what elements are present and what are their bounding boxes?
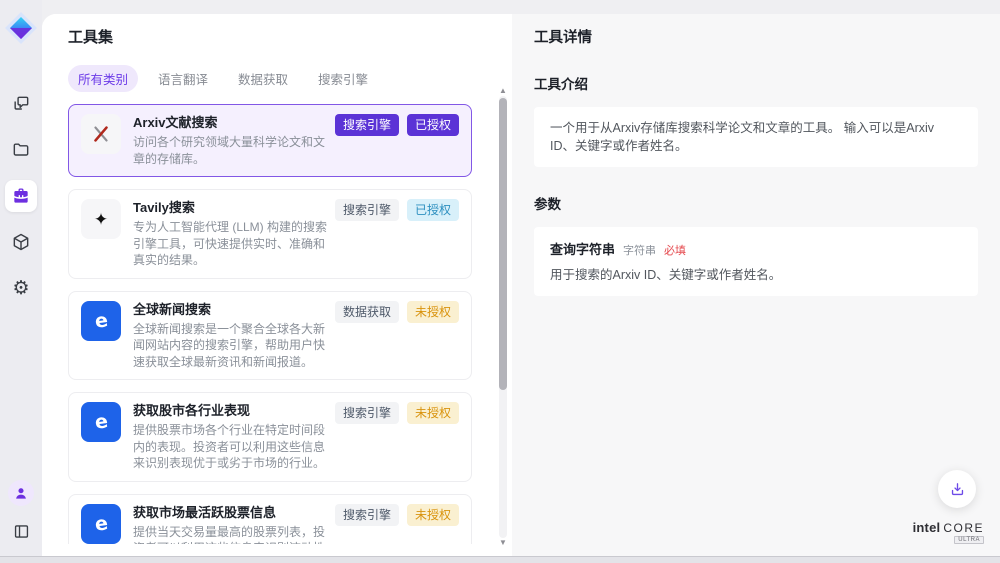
tool-list-panel: 工具集 所有类别语言翻译数据获取搜索引擎 Arxiv文献搜索访问各个研究领域大量… (42, 14, 512, 556)
tool-card-list: Arxiv文献搜索访问各个研究领域大量科学论文和文章的存储库。搜索引擎已授权✦T… (68, 104, 472, 544)
tool-auth-badge: 已授权 (407, 114, 459, 136)
tool-card-1[interactable]: ✦ Tavily搜索专为人工智能代理 (LLM) 构建的搜索引擎工具，可快速提供实… (68, 189, 472, 279)
tool-category-badge: 搜索引擎 (335, 114, 399, 136)
tool-detail-panel: 工具详情 工具介绍 一个用于从Arxiv存储库搜索科学论文和文章的工具。 输入可… (512, 14, 1000, 556)
app-window: ⚙ 工具集 所有类别语言翻译数据获取搜索引擎 (0, 0, 1000, 556)
user-avatar-icon[interactable] (8, 480, 34, 506)
intro-text: 一个用于从Arxiv存储库搜索科学论文和文章的工具。 输入可以是Arxiv ID… (550, 119, 962, 155)
tool-desc: 访问各个研究领域大量科学论文和文章的存储库。 (133, 134, 335, 167)
tool-title: Tavily搜索 (133, 199, 335, 216)
tool-desc: 提供股票市场各个行业在特定时间段内的表现。投资者可以利用这些信息来识别表现优于或… (133, 422, 335, 472)
tool-auth-badge: 未授权 (407, 504, 459, 526)
main-content: 工具集 所有类别语言翻译数据获取搜索引擎 Arxiv文献搜索访问各个研究领域大量… (42, 0, 1000, 556)
tool-auth-badge: 未授权 (407, 301, 459, 323)
param-name: 查询字符串 (550, 239, 615, 258)
nav-folder-icon[interactable] (5, 134, 37, 166)
list-scrollbar[interactable]: ▲ ▼ (498, 86, 508, 548)
globe-e-icon: e (81, 402, 121, 442)
tool-category-badge: 搜索引擎 (335, 199, 399, 221)
arxiv-x-icon (81, 114, 121, 154)
tool-desc: 提供当天交易量最高的股票列表，投资者可以利用这些信息来识别流动性强的股票和潜在的… (133, 524, 335, 545)
window-bottom-edge (0, 556, 1000, 563)
download-button[interactable] (938, 470, 976, 508)
download-icon (949, 481, 966, 498)
tool-auth-badge: 未授权 (407, 402, 459, 424)
tool-title: Arxiv文献搜索 (133, 114, 335, 131)
tab-0[interactable]: 所有类别 (68, 65, 138, 92)
page-title: 工具集 (68, 26, 512, 47)
globe-e-icon: e (81, 504, 121, 544)
tool-card-4[interactable]: e 获取市场最活跃股票信息提供当天交易量最高的股票列表，投资者可以利用这些信息来识… (68, 494, 472, 545)
brand-ultra-badge: ultra (954, 536, 984, 544)
tool-category-badge: 搜索引擎 (335, 504, 399, 526)
category-tabs: 所有类别语言翻译数据获取搜索引擎 (68, 65, 512, 92)
nav-toolbox-icon[interactable] (5, 180, 37, 212)
tool-auth-badge: 已授权 (407, 199, 459, 221)
tool-card-0[interactable]: Arxiv文献搜索访问各个研究领域大量科学论文和文章的存储库。搜索引擎已授权 (68, 104, 472, 177)
tool-title: 获取市场最活跃股票信息 (133, 504, 335, 521)
nav-chat-icon[interactable] (5, 88, 37, 120)
rail-bottom (8, 480, 34, 544)
params-heading: 参数 (534, 193, 978, 213)
intro-heading: 工具介绍 (534, 73, 978, 93)
scroll-up-icon[interactable]: ▲ (499, 86, 507, 96)
param-type: 字符串 (623, 242, 656, 258)
rail-nav: ⚙ (5, 88, 37, 304)
icon-rail: ⚙ (0, 0, 42, 556)
tool-desc: 全球新闻搜索是一个聚合全球各大新闻网站内容的搜索引擎，帮助用户快速获取全球最新资… (133, 321, 335, 371)
app-logo-diamond-icon (3, 10, 39, 46)
detail-title: 工具详情 (534, 26, 978, 47)
brand-intel: intel (913, 520, 941, 535)
scrollbar-thumb[interactable] (499, 98, 507, 390)
tab-2[interactable]: 数据获取 (228, 65, 298, 92)
scroll-down-icon[interactable]: ▼ (499, 538, 507, 548)
nav-cube-icon[interactable] (5, 226, 37, 258)
param-required-badge: 必填 (664, 242, 686, 258)
globe-e-icon: e (81, 301, 121, 341)
param-box: 查询字符串 字符串 必填 用于搜索的Arxiv ID、关键字或作者姓名。 (534, 227, 978, 296)
panel-layout-icon[interactable] (8, 518, 34, 544)
tool-category-badge: 搜索引擎 (335, 402, 399, 424)
tool-title: 全球新闻搜索 (133, 301, 335, 318)
scrollbar-track[interactable] (499, 96, 507, 538)
param-desc: 用于搜索的Arxiv ID、关键字或作者姓名。 (550, 267, 962, 284)
sparkle-icon: ✦ (81, 199, 121, 239)
intro-box: 一个用于从Arxiv存储库搜索科学论文和文章的工具。 输入可以是Arxiv ID… (534, 107, 978, 167)
nav-settings-gear-icon[interactable]: ⚙ (5, 272, 37, 304)
tool-desc: 专为人工智能代理 (LLM) 构建的搜索引擎工具，可快速提供实时、准确和真实的结… (133, 219, 335, 269)
intel-core-logo: intel core ultra (913, 520, 984, 544)
tool-card-3[interactable]: e 获取股市各行业表现提供股票市场各个行业在特定时间段内的表现。投资者可以利用这些… (68, 392, 472, 482)
tool-card-2[interactable]: e 全球新闻搜索全球新闻搜索是一个聚合全球各大新闻网站内容的搜索引擎，帮助用户快速… (68, 291, 472, 381)
tool-category-badge: 数据获取 (335, 301, 399, 323)
tab-1[interactable]: 语言翻译 (148, 65, 218, 92)
tab-3[interactable]: 搜索引擎 (308, 65, 378, 92)
tool-title: 获取股市各行业表现 (133, 402, 335, 419)
brand-core: core (943, 521, 984, 535)
